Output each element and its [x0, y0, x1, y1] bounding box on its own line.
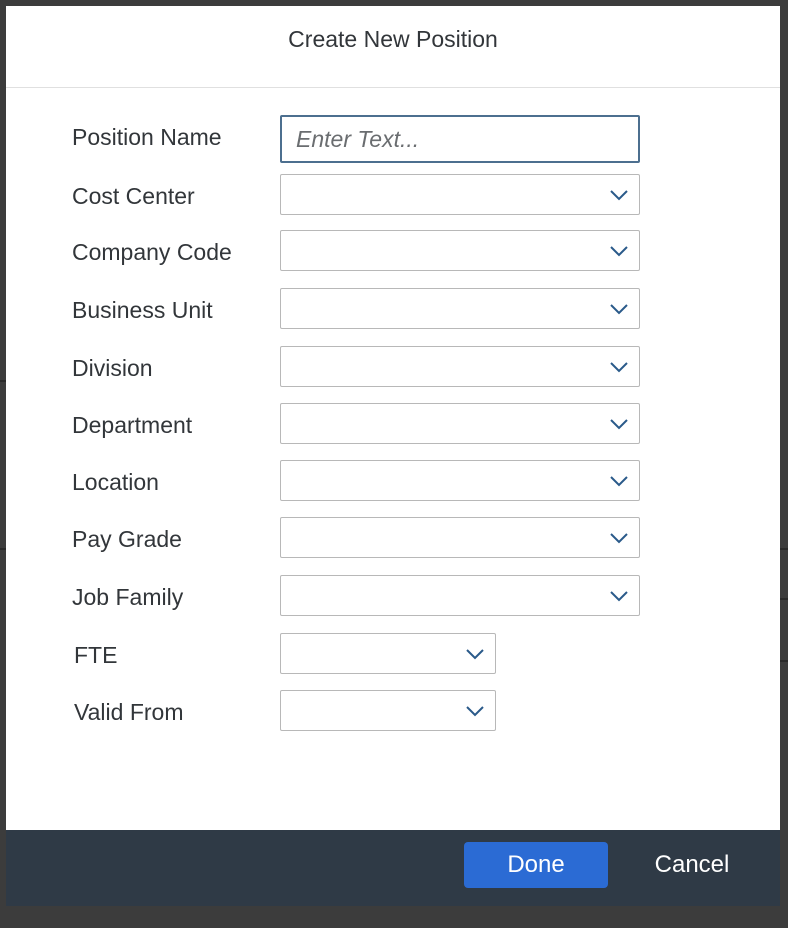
job-family-select[interactable] [280, 575, 640, 616]
cancel-button[interactable]: Cancel [636, 842, 748, 888]
row-company-code: Company Code [6, 230, 780, 272]
division-select[interactable] [280, 346, 640, 387]
department-select[interactable] [280, 403, 640, 444]
row-cost-center: Cost Center [6, 174, 780, 216]
chevron-down-icon[interactable] [609, 530, 629, 546]
business-unit-select[interactable] [280, 288, 640, 329]
business-unit-label: Business Unit [72, 297, 213, 323]
row-business-unit: Business Unit [6, 288, 780, 330]
cost-center-select[interactable] [280, 174, 640, 215]
chevron-down-icon[interactable] [465, 703, 485, 719]
row-fte: FTE [6, 633, 780, 675]
chevron-down-icon[interactable] [609, 301, 629, 317]
job-family-label: Job Family [72, 584, 184, 610]
done-button[interactable]: Done [464, 842, 608, 888]
valid-from-select[interactable] [280, 690, 496, 731]
background-divider [780, 660, 788, 662]
pay-grade-select[interactable] [280, 517, 640, 558]
company-code-select[interactable] [280, 230, 640, 271]
chevron-down-icon[interactable] [609, 473, 629, 489]
create-position-dialog: Create New Position Position Name Cost C… [6, 6, 780, 906]
department-label: Department [72, 412, 193, 438]
chevron-down-icon[interactable] [609, 187, 629, 203]
company-code-label: Company Code [72, 239, 232, 265]
location-select[interactable] [280, 460, 640, 501]
row-department: Department [6, 403, 780, 445]
valid-from-label: Valid From [74, 699, 184, 725]
fte-label: FTE [74, 642, 118, 668]
position-name-input[interactable] [280, 115, 640, 163]
background-divider [780, 548, 788, 550]
chevron-down-icon[interactable] [609, 359, 629, 375]
chevron-down-icon[interactable] [465, 646, 485, 662]
row-division: Division [6, 346, 780, 388]
dialog-title: Create New Position [288, 26, 498, 52]
dialog-footer: Done Cancel [6, 830, 780, 906]
fte-select[interactable] [280, 633, 496, 674]
row-location: Location [6, 460, 780, 502]
chevron-down-icon[interactable] [609, 416, 629, 432]
location-label: Location [72, 469, 159, 495]
cost-center-label: Cost Center [72, 183, 195, 209]
row-pay-grade: Pay Grade [6, 517, 780, 559]
division-label: Division [72, 355, 153, 381]
pay-grade-label: Pay Grade [72, 526, 182, 552]
position-name-label: Position Name [72, 124, 222, 150]
chevron-down-icon[interactable] [609, 588, 629, 604]
background-divider [780, 598, 788, 600]
dialog-header: Create New Position [6, 6, 780, 88]
row-valid-from: Valid From [6, 690, 780, 732]
row-job-family: Job Family [6, 575, 780, 617]
row-position-name: Position Name [6, 115, 780, 163]
chevron-down-icon[interactable] [609, 243, 629, 259]
position-form: Position Name Cost Center Company Code B… [6, 88, 780, 830]
